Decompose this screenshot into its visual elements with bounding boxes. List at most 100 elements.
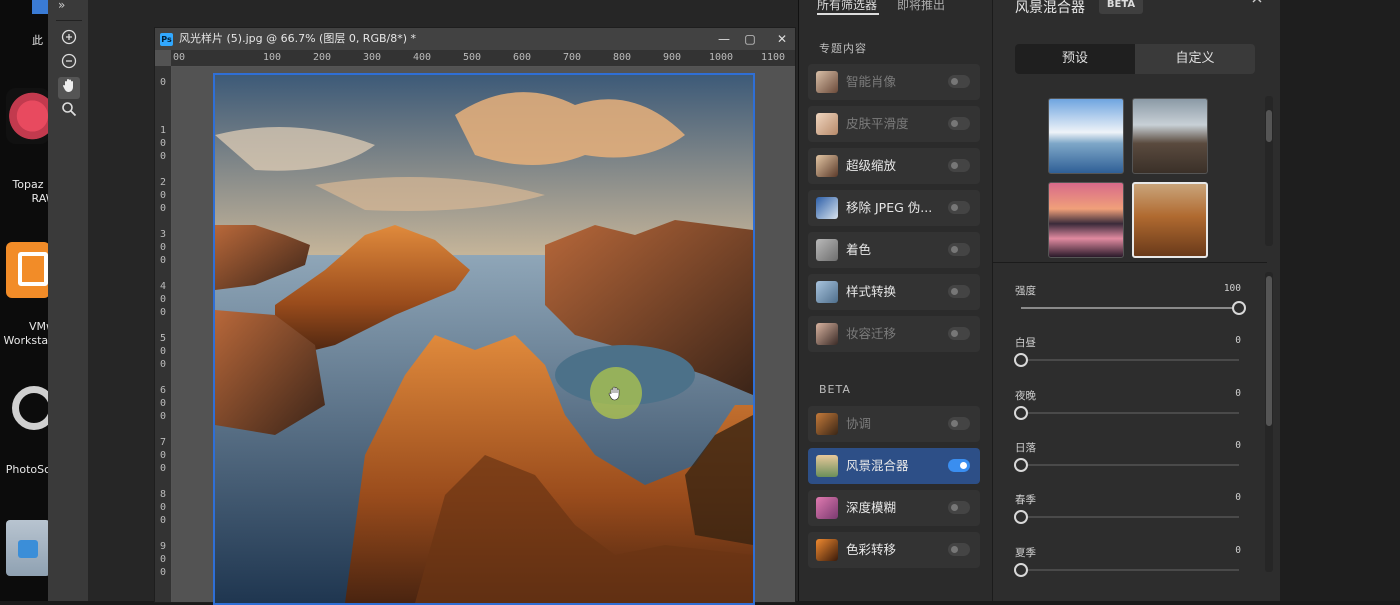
filter-item-color-transfer[interactable]: 色彩转移 — [808, 532, 980, 568]
filter-toggle[interactable] — [948, 543, 970, 556]
ruler-tick: 7 0 0 — [159, 437, 167, 474]
skin-thumb-icon — [816, 113, 838, 135]
ruler-tick: 9 0 0 — [159, 541, 167, 578]
slider-knob[interactable] — [1014, 353, 1028, 367]
filter-toggle[interactable] — [948, 327, 970, 340]
filter-toggle[interactable] — [948, 243, 970, 256]
slider-knob[interactable] — [1014, 406, 1028, 420]
jpeg-thumb-icon — [816, 197, 838, 219]
filter-label: 深度模糊 — [846, 500, 897, 515]
slider-knob[interactable] — [1232, 301, 1246, 315]
slider-summer[interactable] — [1014, 563, 1239, 577]
ruler-tick: 8 0 0 — [159, 489, 167, 526]
presets-scrollbar[interactable] — [1265, 96, 1273, 246]
filter-label: 移除 JPEG 伪... — [846, 200, 933, 215]
slider-knob[interactable] — [1014, 563, 1028, 577]
filter-item-depth-blur[interactable]: 深度模糊 — [808, 490, 980, 526]
tab-coming-soon[interactable]: 即将推出 — [897, 0, 945, 13]
tab-all-filters[interactable]: 所有筛选器 — [817, 0, 877, 13]
panel-menu-icon[interactable] — [1249, 0, 1265, 10]
panel-title: 风景混合器 — [1015, 0, 1085, 16]
color-transfer-thumb-icon — [816, 539, 838, 561]
colorize-thumb-icon — [816, 239, 838, 261]
section-beta: BETA — [819, 383, 851, 396]
slider-value-sunset: 0 — [1235, 440, 1241, 451]
filter-toggle[interactable] — [948, 75, 970, 88]
filter-toggle[interactable] — [948, 417, 970, 430]
filter-toggle[interactable] — [948, 459, 970, 472]
desktop-strip: 此 Topaz RAW VMw Workstat PhotoSc — [0, 0, 57, 601]
filter-toggle[interactable] — [948, 285, 970, 298]
depth-blur-thumb-icon — [816, 497, 838, 519]
filter-item-super-zoom[interactable]: 超级缩放 — [808, 148, 980, 184]
filter-item-smart-portrait[interactable]: 智能肖像 — [808, 64, 980, 100]
hand-tool-icon[interactable] — [58, 77, 80, 99]
desktop-top-label: 此 — [32, 34, 43, 47]
slider-label-sunset: 日落 — [1015, 442, 1036, 454]
preset-thumbnail-sunset-peak[interactable] — [1048, 182, 1124, 258]
magnify-icon[interactable] — [58, 101, 80, 123]
preset-thumbnail-snow-mountain[interactable] — [1048, 98, 1124, 174]
filter-toggle[interactable] — [948, 117, 970, 130]
collapse-toggle[interactable]: » — [58, 0, 65, 12]
tab-presets[interactable]: 预设 — [1015, 44, 1135, 74]
filter-label: 超级缩放 — [846, 158, 897, 173]
filter-item-jpeg-artifact[interactable]: 移除 JPEG 伪... — [808, 190, 980, 226]
filter-toggle[interactable] — [948, 201, 970, 214]
topaz-raw-icon[interactable] — [6, 88, 50, 144]
document-canvas-image[interactable] — [213, 73, 755, 605]
vertical-ruler: 0 1 0 0 2 0 0 3 0 0 4 0 0 5 0 0 6 0 0 7 … — [155, 66, 172, 602]
slider-spring[interactable] — [1014, 510, 1239, 524]
slider-sunset[interactable] — [1014, 458, 1239, 472]
ruler-tick: 00 — [173, 52, 186, 63]
slider-value-spring: 0 — [1235, 492, 1241, 503]
slider-knob[interactable] — [1014, 510, 1028, 524]
tool-bar: » — [48, 0, 89, 601]
slider-night[interactable] — [1014, 406, 1239, 420]
filter-item-style-transfer[interactable]: 样式转换 — [808, 274, 980, 310]
filter-label: 色彩转移 — [846, 542, 897, 557]
harmonize-thumb-icon — [816, 413, 838, 435]
tab-custom[interactable]: 自定义 — [1135, 44, 1255, 74]
ruler-tick: 500 — [463, 52, 482, 63]
preset-thumbnail-valley[interactable] — [1132, 98, 1208, 174]
recycle-bin-icon[interactable] — [6, 520, 50, 576]
filter-item-harmonize[interactable]: 协调 — [808, 406, 980, 442]
filter-toggle[interactable] — [948, 501, 970, 514]
slider-day[interactable] — [1014, 353, 1239, 367]
ruler-tick: 300 — [363, 52, 382, 63]
preset-thumbnail-canyon[interactable] — [1132, 182, 1208, 258]
filter-item-colorize[interactable]: 着色 — [808, 232, 980, 268]
right-background — [1280, 0, 1400, 601]
landscape-photo — [215, 75, 753, 603]
document-title-bar[interactable]: Ps 风光样片 (5).jpg @ 66.7% (图层 0, RGB/8*) * … — [155, 28, 795, 50]
portrait-thumb-icon — [816, 71, 838, 93]
filter-item-skin-smoothing[interactable]: 皮肤平滑度 — [808, 106, 980, 142]
slider-knob[interactable] — [1014, 458, 1028, 472]
zoom-out-icon[interactable] — [58, 53, 80, 75]
ruler-tick: 100 — [263, 52, 282, 63]
horizontal-ruler: 00 100 200 300 400 500 600 700 800 900 1… — [171, 50, 795, 67]
ruler-tick: 1100 — [761, 52, 786, 63]
ruler-tick: 2 0 0 — [159, 177, 167, 214]
close-button[interactable]: ✕ — [769, 28, 795, 50]
minimize-button[interactable]: — — [711, 28, 737, 50]
filter-item-landscape-mixer[interactable]: 风景混合器 — [808, 448, 980, 484]
sliders-scrollbar[interactable] — [1265, 272, 1273, 572]
vmware-icon[interactable] — [6, 242, 50, 298]
filter-toggle[interactable] — [948, 159, 970, 172]
hand-cursor-icon — [607, 385, 623, 401]
photoscape-icon[interactable] — [6, 382, 56, 438]
filter-item-makeup-transfer[interactable]: 妆容迁移 — [808, 316, 980, 352]
tab-all-underline — [817, 13, 879, 15]
ruler-tick: 3 0 0 — [159, 229, 167, 266]
section-featured: 专题内容 — [819, 42, 867, 55]
makeup-thumb-icon — [816, 323, 838, 345]
ruler-tick: 200 — [313, 52, 332, 63]
maximize-button[interactable]: ▢ — [737, 28, 763, 50]
ruler-tick: 5 0 0 — [159, 333, 167, 370]
zoom-in-icon[interactable] — [58, 29, 80, 51]
slider-strength[interactable] — [1021, 301, 1246, 315]
slider-value-day: 0 — [1235, 335, 1241, 346]
toolbar-divider — [56, 20, 82, 21]
